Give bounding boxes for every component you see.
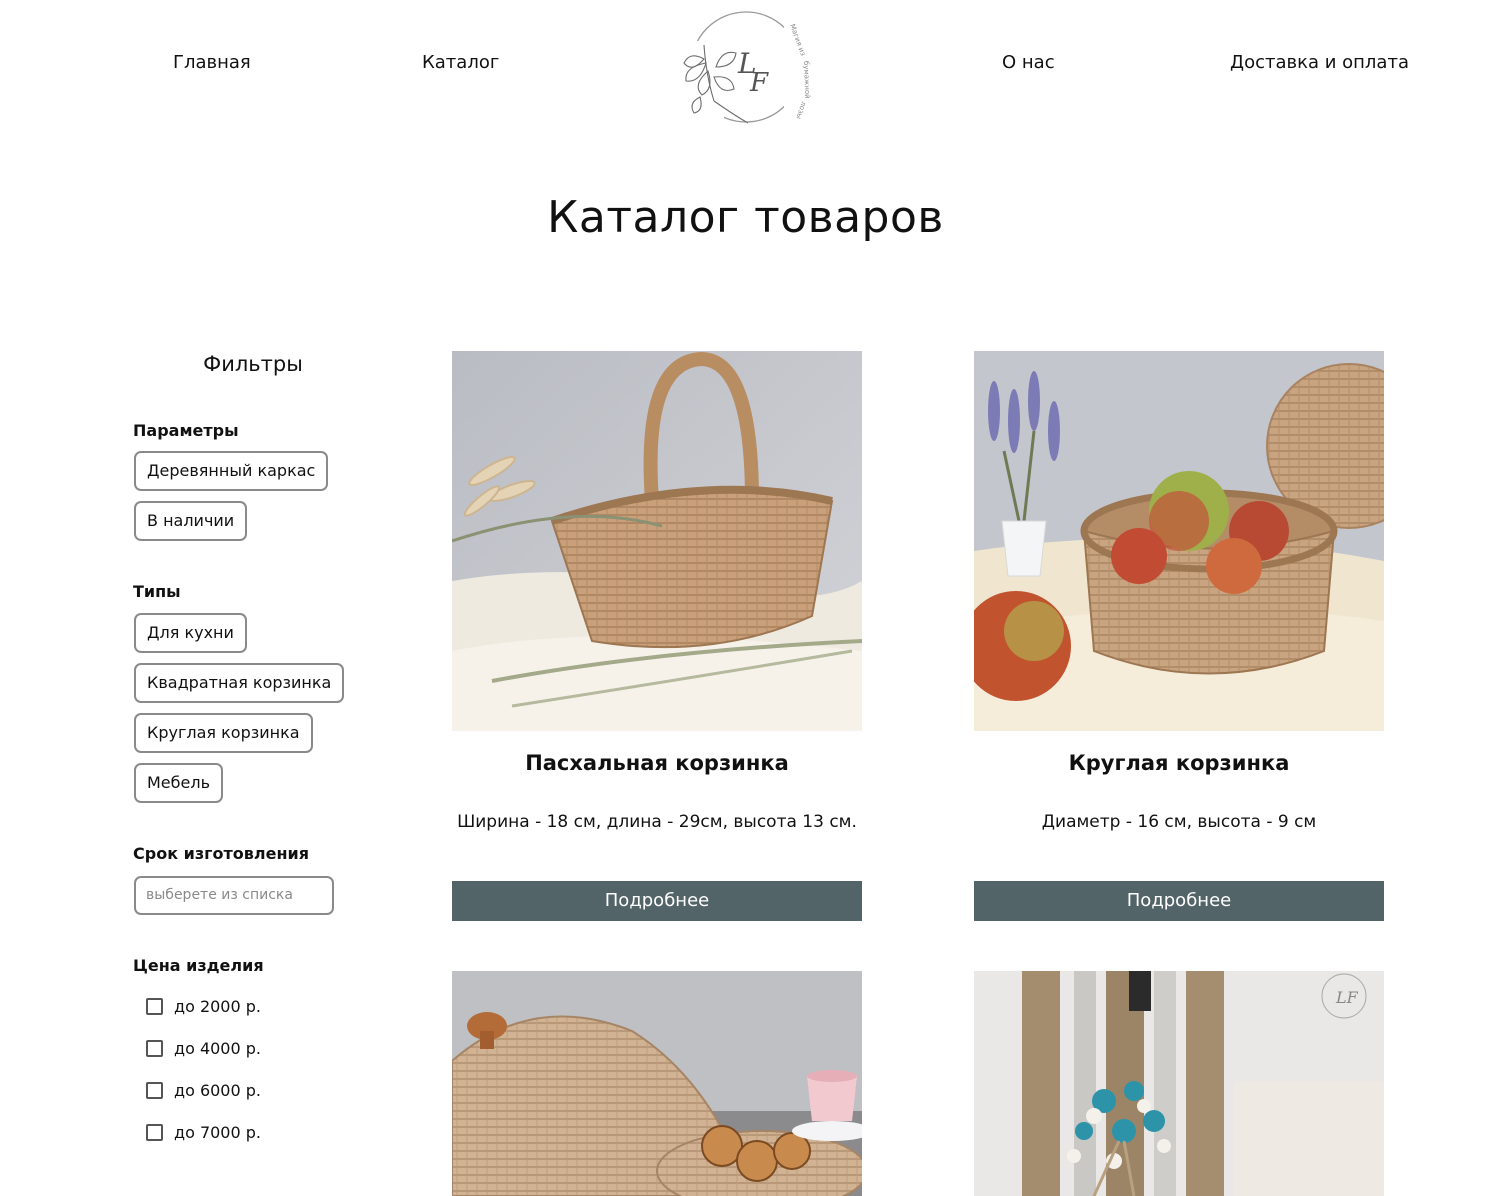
filter-chip-kitchen[interactable]: Для кухни — [134, 613, 247, 653]
page-title: Каталог товаров — [547, 192, 944, 243]
product-image[interactable] — [452, 351, 862, 731]
product-image[interactable] — [974, 351, 1384, 731]
filters-title: Фильтры — [203, 352, 303, 376]
filter-group-term-title: Срок изготовления — [133, 844, 309, 863]
filter-chip-square-basket[interactable]: Квадратная корзинка — [134, 663, 345, 703]
nav-about[interactable]: О нас — [1002, 52, 1055, 73]
price-option-label: до 2000 р. — [174, 997, 261, 1016]
price-checkbox[interactable] — [146, 998, 163, 1015]
price-option-label: до 6000 р. — [174, 1081, 261, 1100]
price-checkbox[interactable] — [146, 1082, 163, 1099]
price-checkbox[interactable] — [146, 1040, 163, 1057]
product-title[interactable]: Пасхальная корзинка — [452, 751, 862, 775]
product-image[interactable]: LF — [974, 971, 1384, 1196]
details-button[interactable]: Подробнее — [974, 881, 1384, 921]
price-option[interactable]: до 2000 р. — [146, 997, 261, 1016]
svg-text:LF: LF — [1335, 988, 1359, 1007]
price-option[interactable]: до 6000 р. — [146, 1081, 261, 1100]
nav-delivery[interactable]: Доставка и оплата — [1230, 52, 1409, 73]
site-logo[interactable]: Магия из бумажной лозы L F — [676, 5, 818, 131]
filter-chip-furniture[interactable]: Мебель — [134, 763, 224, 803]
product-title[interactable]: Круглая корзинка — [974, 751, 1384, 775]
product-description: Диаметр - 16 см, высота - 9 см — [1041, 812, 1317, 832]
filter-chip-in-stock[interactable]: В наличии — [134, 501, 248, 541]
filter-group-params-title: Параметры — [133, 421, 239, 440]
price-option[interactable]: до 7000 р. — [146, 1123, 261, 1142]
price-checkbox[interactable] — [146, 1124, 163, 1141]
term-select[interactable]: выберете из списка — [134, 876, 334, 915]
price-option[interactable]: до 4000 р. — [146, 1039, 261, 1058]
product-description: Ширина - 18 см, длина - 29см, высота 13 … — [457, 812, 857, 832]
svg-text:F: F — [749, 68, 769, 98]
details-button[interactable]: Подробнее — [452, 881, 862, 921]
nav-home[interactable]: Главная — [173, 52, 251, 73]
price-option-label: до 7000 р. — [174, 1123, 261, 1142]
filter-group-price-title: Цена изделия — [133, 956, 264, 975]
product-image[interactable] — [452, 971, 862, 1196]
filter-group-types-title: Типы — [133, 582, 181, 601]
price-option-label: до 4000 р. — [174, 1039, 261, 1058]
svg-text:бумажной: бумажной — [802, 61, 811, 99]
nav-catalog[interactable]: Каталог — [422, 52, 499, 73]
filter-chip-round-basket[interactable]: Круглая корзинка — [134, 713, 313, 753]
filter-chip-wooden-frame[interactable]: Деревянный каркас — [134, 451, 329, 491]
